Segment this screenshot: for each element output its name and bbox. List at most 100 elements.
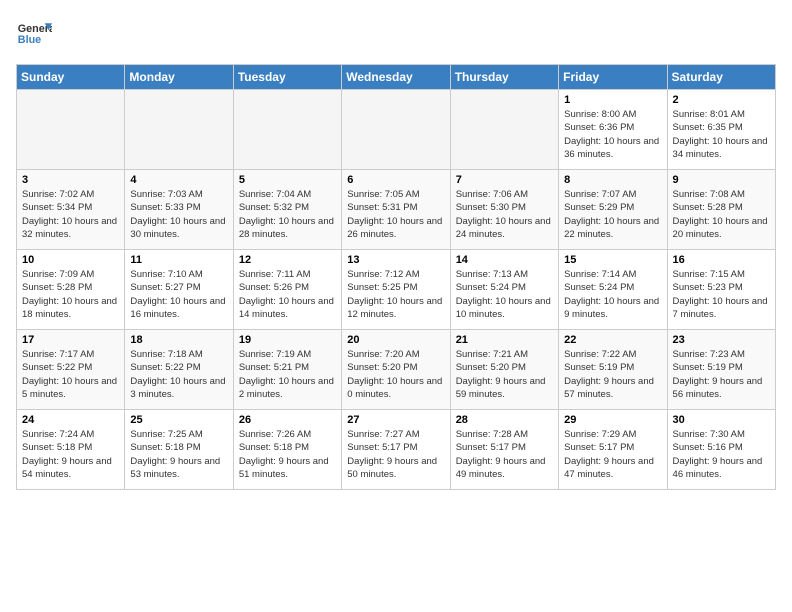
day-number: 24 — [22, 414, 119, 426]
weekday-header-sunday: Sunday — [17, 65, 125, 90]
day-info: Sunrise: 7:07 AM Sunset: 5:29 PM Dayligh… — [564, 188, 661, 241]
day-info: Sunrise: 7:23 AM Sunset: 5:19 PM Dayligh… — [673, 348, 770, 401]
day-info: Sunrise: 7:14 AM Sunset: 5:24 PM Dayligh… — [564, 268, 661, 321]
day-info: Sunrise: 7:22 AM Sunset: 5:19 PM Dayligh… — [564, 348, 661, 401]
day-number: 20 — [347, 334, 444, 346]
day-number: 15 — [564, 254, 661, 266]
day-info: Sunrise: 7:11 AM Sunset: 5:26 PM Dayligh… — [239, 268, 336, 321]
calendar-cell: 19 Sunrise: 7:19 AM Sunset: 5:21 PM Dayli… — [233, 330, 341, 410]
day-number: 26 — [239, 414, 336, 426]
day-number: 23 — [673, 334, 770, 346]
day-info: Sunrise: 7:21 AM Sunset: 5:20 PM Dayligh… — [456, 348, 553, 401]
day-number: 8 — [564, 174, 661, 186]
calendar-cell: 5 Sunrise: 7:04 AM Sunset: 5:32 PM Daylig… — [233, 170, 341, 250]
calendar-cell: 16Sunrise: 7:15 AM Sunset: 5:23 PM Dayli… — [667, 250, 775, 330]
day-number: 1 — [564, 94, 661, 106]
calendar-cell: 18 Sunrise: 7:18 AM Sunset: 5:22 PM Dayli… — [125, 330, 233, 410]
calendar-cell: 25 Sunrise: 7:25 AM Sunset: 5:18 PM Dayli… — [125, 410, 233, 490]
calendar-cell: 6 Sunrise: 7:05 AM Sunset: 5:31 PM Daylig… — [342, 170, 450, 250]
day-info: Sunrise: 7:25 AM Sunset: 5:18 PM Dayligh… — [130, 428, 227, 481]
day-info: Sunrise: 7:02 AM Sunset: 5:34 PM Dayligh… — [22, 188, 119, 241]
calendar-cell: 30 Sunrise: 7:30 AM Sunset: 5:16 PM Dayli… — [667, 410, 775, 490]
calendar-cell: 11 Sunrise: 7:10 AM Sunset: 5:27 PM Dayli… — [125, 250, 233, 330]
day-info: Sunrise: 7:19 AM Sunset: 5:21 PM Dayligh… — [239, 348, 336, 401]
day-info: Sunrise: 7:09 AM Sunset: 5:28 PM Dayligh… — [22, 268, 119, 321]
day-number: 27 — [347, 414, 444, 426]
day-info: Sunrise: 7:18 AM Sunset: 5:22 PM Dayligh… — [130, 348, 227, 401]
day-number: 16 — [673, 254, 770, 266]
day-info: Sunrise: 7:05 AM Sunset: 5:31 PM Dayligh… — [347, 188, 444, 241]
weekday-header-tuesday: Tuesday — [233, 65, 341, 90]
day-info: Sunrise: 7:24 AM Sunset: 5:18 PM Dayligh… — [22, 428, 119, 481]
calendar-cell: 22Sunrise: 7:22 AM Sunset: 5:19 PM Dayli… — [559, 330, 667, 410]
calendar-cell: 15 Sunrise: 7:14 AM Sunset: 5:24 PM Dayli… — [559, 250, 667, 330]
calendar-cell: 17 Sunrise: 7:17 AM Sunset: 5:22 PM Dayli… — [17, 330, 125, 410]
page-header: General Blue — [16, 16, 776, 52]
weekday-header-wednesday: Wednesday — [342, 65, 450, 90]
weekday-header-thursday: Thursday — [450, 65, 558, 90]
logo: General Blue — [16, 16, 52, 52]
calendar-cell: 4Sunrise: 7:03 AM Sunset: 5:33 PM Daylig… — [125, 170, 233, 250]
day-info: Sunrise: 7:20 AM Sunset: 5:20 PM Dayligh… — [347, 348, 444, 401]
day-number: 6 — [347, 174, 444, 186]
day-number: 2 — [673, 94, 770, 106]
day-number: 17 — [22, 334, 119, 346]
calendar-cell: 2 Sunrise: 8:01 AM Sunset: 6:35 PM Daylig… — [667, 90, 775, 170]
calendar-cell: 27 Sunrise: 7:27 AM Sunset: 5:17 PM Dayli… — [342, 410, 450, 490]
weekday-header-friday: Friday — [559, 65, 667, 90]
calendar-cell: 7 Sunrise: 7:06 AM Sunset: 5:30 PM Daylig… — [450, 170, 558, 250]
day-info: Sunrise: 7:30 AM Sunset: 5:16 PM Dayligh… — [673, 428, 770, 481]
day-info: Sunrise: 7:08 AM Sunset: 5:28 PM Dayligh… — [673, 188, 770, 241]
calendar-cell: 20 Sunrise: 7:20 AM Sunset: 5:20 PM Dayli… — [342, 330, 450, 410]
calendar-cell: 23 Sunrise: 7:23 AM Sunset: 5:19 PM Dayli… — [667, 330, 775, 410]
day-info: Sunrise: 7:26 AM Sunset: 5:18 PM Dayligh… — [239, 428, 336, 481]
day-info: Sunrise: 7:03 AM Sunset: 5:33 PM Dayligh… — [130, 188, 227, 241]
day-number: 21 — [456, 334, 553, 346]
calendar-cell: 24 Sunrise: 7:24 AM Sunset: 5:18 PM Dayli… — [17, 410, 125, 490]
calendar-cell: 13 Sunrise: 7:12 AM Sunset: 5:25 PM Dayli… — [342, 250, 450, 330]
day-number: 13 — [347, 254, 444, 266]
day-info: Sunrise: 8:00 AM Sunset: 6:36 PM Dayligh… — [564, 108, 661, 161]
day-info: Sunrise: 7:04 AM Sunset: 5:32 PM Dayligh… — [239, 188, 336, 241]
day-number: 3 — [22, 174, 119, 186]
day-number: 29 — [564, 414, 661, 426]
calendar-cell: 29 Sunrise: 7:29 AM Sunset: 5:17 PM Dayli… — [559, 410, 667, 490]
day-number: 10 — [22, 254, 119, 266]
day-number: 11 — [130, 254, 227, 266]
logo-icon: General Blue — [16, 16, 52, 52]
day-info: Sunrise: 7:13 AM Sunset: 5:24 PM Dayligh… — [456, 268, 553, 321]
day-info: Sunrise: 7:29 AM Sunset: 5:17 PM Dayligh… — [564, 428, 661, 481]
calendar-cell: 9 Sunrise: 7:08 AM Sunset: 5:28 PM Daylig… — [667, 170, 775, 250]
calendar-cell — [125, 90, 233, 170]
day-number: 5 — [239, 174, 336, 186]
calendar-cell: 12 Sunrise: 7:11 AM Sunset: 5:26 PM Dayli… — [233, 250, 341, 330]
calendar-cell — [233, 90, 341, 170]
day-number: 25 — [130, 414, 227, 426]
svg-text:Blue: Blue — [18, 34, 41, 46]
calendar-cell: 21 Sunrise: 7:21 AM Sunset: 5:20 PM Dayli… — [450, 330, 558, 410]
calendar-cell: 26 Sunrise: 7:26 AM Sunset: 5:18 PM Dayli… — [233, 410, 341, 490]
day-info: Sunrise: 7:12 AM Sunset: 5:25 PM Dayligh… — [347, 268, 444, 321]
calendar-cell — [342, 90, 450, 170]
day-number: 12 — [239, 254, 336, 266]
day-info: Sunrise: 7:17 AM Sunset: 5:22 PM Dayligh… — [22, 348, 119, 401]
calendar-cell: 3 Sunrise: 7:02 AM Sunset: 5:34 PM Daylig… — [17, 170, 125, 250]
day-number: 18 — [130, 334, 227, 346]
day-info: Sunrise: 8:01 AM Sunset: 6:35 PM Dayligh… — [673, 108, 770, 161]
weekday-header-monday: Monday — [125, 65, 233, 90]
calendar-cell: 28Sunrise: 7:28 AM Sunset: 5:17 PM Dayli… — [450, 410, 558, 490]
calendar-table: SundayMondayTuesdayWednesdayThursdayFrid… — [16, 64, 776, 490]
weekday-header-saturday: Saturday — [667, 65, 775, 90]
day-info: Sunrise: 7:06 AM Sunset: 5:30 PM Dayligh… — [456, 188, 553, 241]
calendar-cell: 10 Sunrise: 7:09 AM Sunset: 5:28 PM Dayli… — [17, 250, 125, 330]
day-info: Sunrise: 7:10 AM Sunset: 5:27 PM Dayligh… — [130, 268, 227, 321]
day-number: 19 — [239, 334, 336, 346]
day-number: 7 — [456, 174, 553, 186]
day-number: 30 — [673, 414, 770, 426]
calendar-cell — [17, 90, 125, 170]
calendar-cell: 8 Sunrise: 7:07 AM Sunset: 5:29 PM Daylig… — [559, 170, 667, 250]
day-info: Sunrise: 7:27 AM Sunset: 5:17 PM Dayligh… — [347, 428, 444, 481]
calendar-cell: 1 Sunrise: 8:00 AM Sunset: 6:36 PM Daylig… — [559, 90, 667, 170]
day-number: 9 — [673, 174, 770, 186]
day-info: Sunrise: 7:28 AM Sunset: 5:17 PM Dayligh… — [456, 428, 553, 481]
